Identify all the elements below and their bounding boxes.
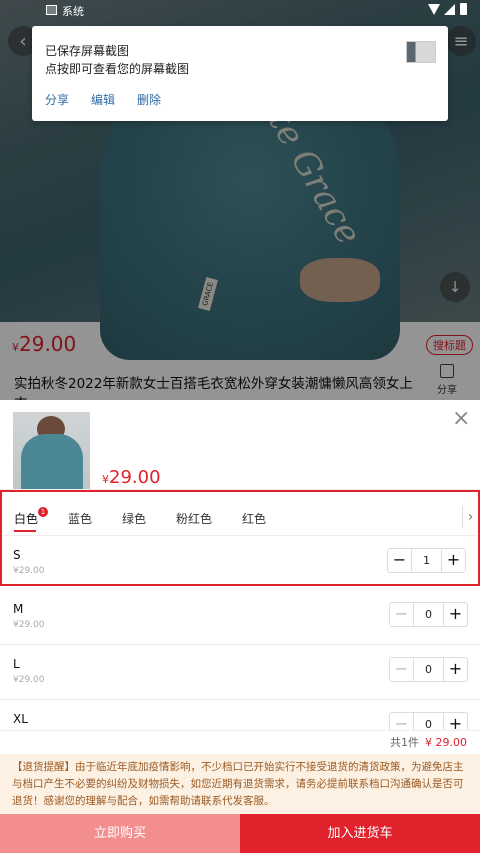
size-row-s: S ¥29.00 − 1 + — [0, 536, 480, 591]
size-price: ¥29.00 — [13, 675, 45, 685]
product-price: ¥29.00 — [12, 332, 77, 356]
size-row-l: L ¥29.00 − 0 + — [0, 645, 480, 700]
size-name: S — [13, 548, 21, 562]
action-bar: 立即购买 加入进货车 — [0, 814, 480, 853]
share-icon — [440, 364, 454, 378]
notification-title: 已保存屏幕截图 — [45, 44, 130, 58]
tab-white[interactable]: 白色 1 — [14, 507, 48, 532]
color-tabs: 白色 1 蓝色 绿色 粉红色 红色 › — [2, 492, 478, 536]
quantity-value[interactable]: 0 — [414, 603, 443, 626]
buy-now-button[interactable]: 立即购买 — [0, 814, 240, 853]
battery-icon — [460, 3, 467, 15]
size-name: XL — [13, 712, 28, 726]
screenshot-notification[interactable]: 已保存屏幕截图 点按即可查看您的屏幕截图 分享 编辑 删除 — [32, 26, 448, 121]
summary-amount: ¥ 29.00 — [425, 736, 467, 749]
minus-button[interactable]: − — [390, 658, 414, 681]
return-notice: 【退货提醒】由于临近年底加疫情影响，不少档口已开始实行不接受退货的清货政策，为避… — [0, 754, 480, 814]
download-icon: ↓ — [448, 278, 462, 296]
notification-edit-button[interactable]: 编辑 — [91, 91, 115, 108]
notification-delete-button[interactable]: 删除 — [137, 91, 161, 108]
tab-green[interactable]: 绿色 — [122, 510, 146, 527]
chevron-left-icon: ‹ — [19, 30, 27, 52]
plus-button[interactable]: + — [441, 549, 465, 572]
size-row-xl: XL − 0 + — [0, 700, 480, 730]
screenshot-thumbnail[interactable] — [406, 41, 436, 63]
size-row-m: M ¥29.00 − 0 + — [0, 590, 480, 645]
quantity-stepper: − 1 + — [387, 548, 466, 573]
tab-pink[interactable]: 粉红色 — [176, 510, 212, 527]
sheet-product-image — [13, 412, 90, 489]
status-bar: 系统 — [0, 0, 480, 22]
size-name: M — [13, 602, 24, 616]
tab-label: 白色 — [14, 512, 39, 526]
minus-button[interactable]: − — [390, 603, 414, 626]
product-title: 实拍秋冬2022年新款女士百搭毛衣宽松外穿女装潮慵懒风高领女上衣 — [14, 376, 413, 400]
image-icon — [46, 5, 57, 15]
size-name: L — [13, 657, 20, 671]
notification-share-button[interactable]: 分享 — [45, 91, 69, 108]
summary-count: 共1件 — [390, 736, 419, 749]
quantity-value[interactable]: 1 — [412, 549, 441, 572]
status-app-label: 系统 — [62, 5, 84, 18]
sheet-price: ¥29.00 — [102, 467, 161, 488]
plus-button[interactable]: + — [443, 713, 467, 730]
menu-button[interactable]: ≡ — [446, 26, 476, 56]
tab-blue[interactable]: 蓝色 — [68, 510, 92, 527]
plus-button[interactable]: + — [443, 603, 467, 626]
quantity-stepper: − 0 + — [389, 657, 468, 682]
wifi-icon — [428, 4, 440, 15]
sku-selector-sheet: ¥29.00 × 白色 1 蓝色 绿色 粉红色 红色 › S ¥29.00 − … — [0, 400, 480, 853]
download-button[interactable]: ↓ — [440, 272, 470, 302]
size-price: ¥29.00 — [13, 620, 45, 630]
hand-shape — [300, 258, 380, 302]
signal-icon — [444, 4, 455, 15]
menu-icon: ≡ — [453, 30, 469, 52]
chevron-right-icon[interactable]: › — [462, 506, 478, 528]
minus-button[interactable]: − — [390, 713, 414, 730]
quantity-value[interactable]: 0 — [414, 713, 443, 730]
plus-button[interactable]: + — [443, 658, 467, 681]
quantity-stepper: − 0 + — [389, 712, 468, 730]
quantity-stepper: − 0 + — [389, 602, 468, 627]
count-badge: 1 — [38, 507, 48, 517]
image-body-shape — [21, 434, 83, 489]
notification-subtitle: 点按即可查看您的屏幕截图 — [45, 62, 190, 76]
notification-actions: 分享 编辑 删除 — [45, 91, 161, 108]
tab-red[interactable]: 红色 — [242, 510, 266, 527]
size-price: ¥29.00 — [13, 566, 45, 576]
active-tab-indicator — [14, 530, 36, 532]
share-label: 分享 — [437, 385, 457, 396]
quantity-value[interactable]: 0 — [414, 658, 443, 681]
add-to-cart-button[interactable]: 加入进货车 — [240, 814, 480, 853]
close-icon[interactable]: × — [452, 408, 470, 430]
color-size-selector: 白色 1 蓝色 绿色 粉红色 红色 › S ¥29.00 − 1 + — [0, 490, 480, 586]
order-summary: 共1件 ¥ 29.00 — [0, 730, 480, 754]
search-title-tag[interactable]: 搜标题 — [426, 335, 473, 355]
share-button[interactable]: 分享 — [432, 364, 462, 396]
minus-button[interactable]: − — [388, 549, 412, 572]
